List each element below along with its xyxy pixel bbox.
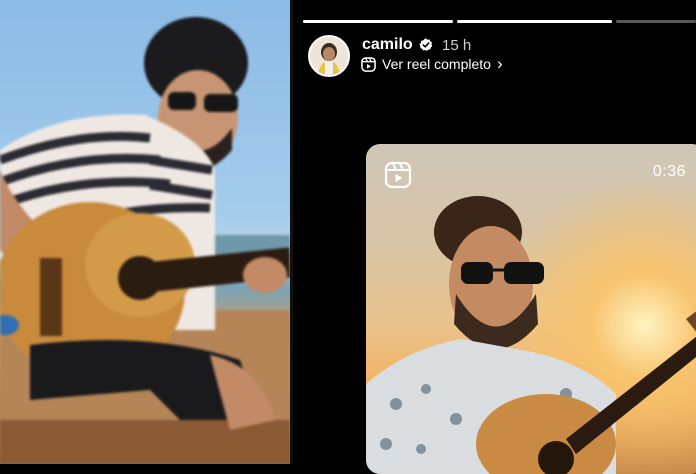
progress-segment: [616, 20, 696, 23]
reel-preview-card[interactable]: 0:36: [366, 144, 696, 474]
view-full-reel-label: Ver reel completo: [382, 56, 491, 72]
avatar-icon: [310, 37, 348, 75]
post-time: 15 h: [442, 37, 472, 54]
reel-thumbnail: [366, 144, 696, 474]
username[interactable]: camilo: [362, 36, 413, 54]
profile-avatar[interactable]: [308, 35, 350, 77]
reels-icon: [384, 161, 412, 189]
story-progress-bar: [303, 20, 696, 23]
chevron-right-icon: ›: [496, 54, 503, 73]
verified-badge-icon: [419, 38, 433, 51]
story-viewer[interactable]: camilo 15 h Ver reel completo › 0:36: [290, 0, 696, 474]
reel-duration: 0:36: [652, 163, 686, 180]
reels-icon: [361, 56, 376, 72]
view-full-reel-link[interactable]: Ver reel completo ›: [361, 54, 503, 73]
progress-segment: [303, 20, 453, 23]
background-photo: [0, 0, 290, 464]
guitarist-illustration: [0, 17, 290, 464]
progress-segment: [457, 20, 612, 23]
